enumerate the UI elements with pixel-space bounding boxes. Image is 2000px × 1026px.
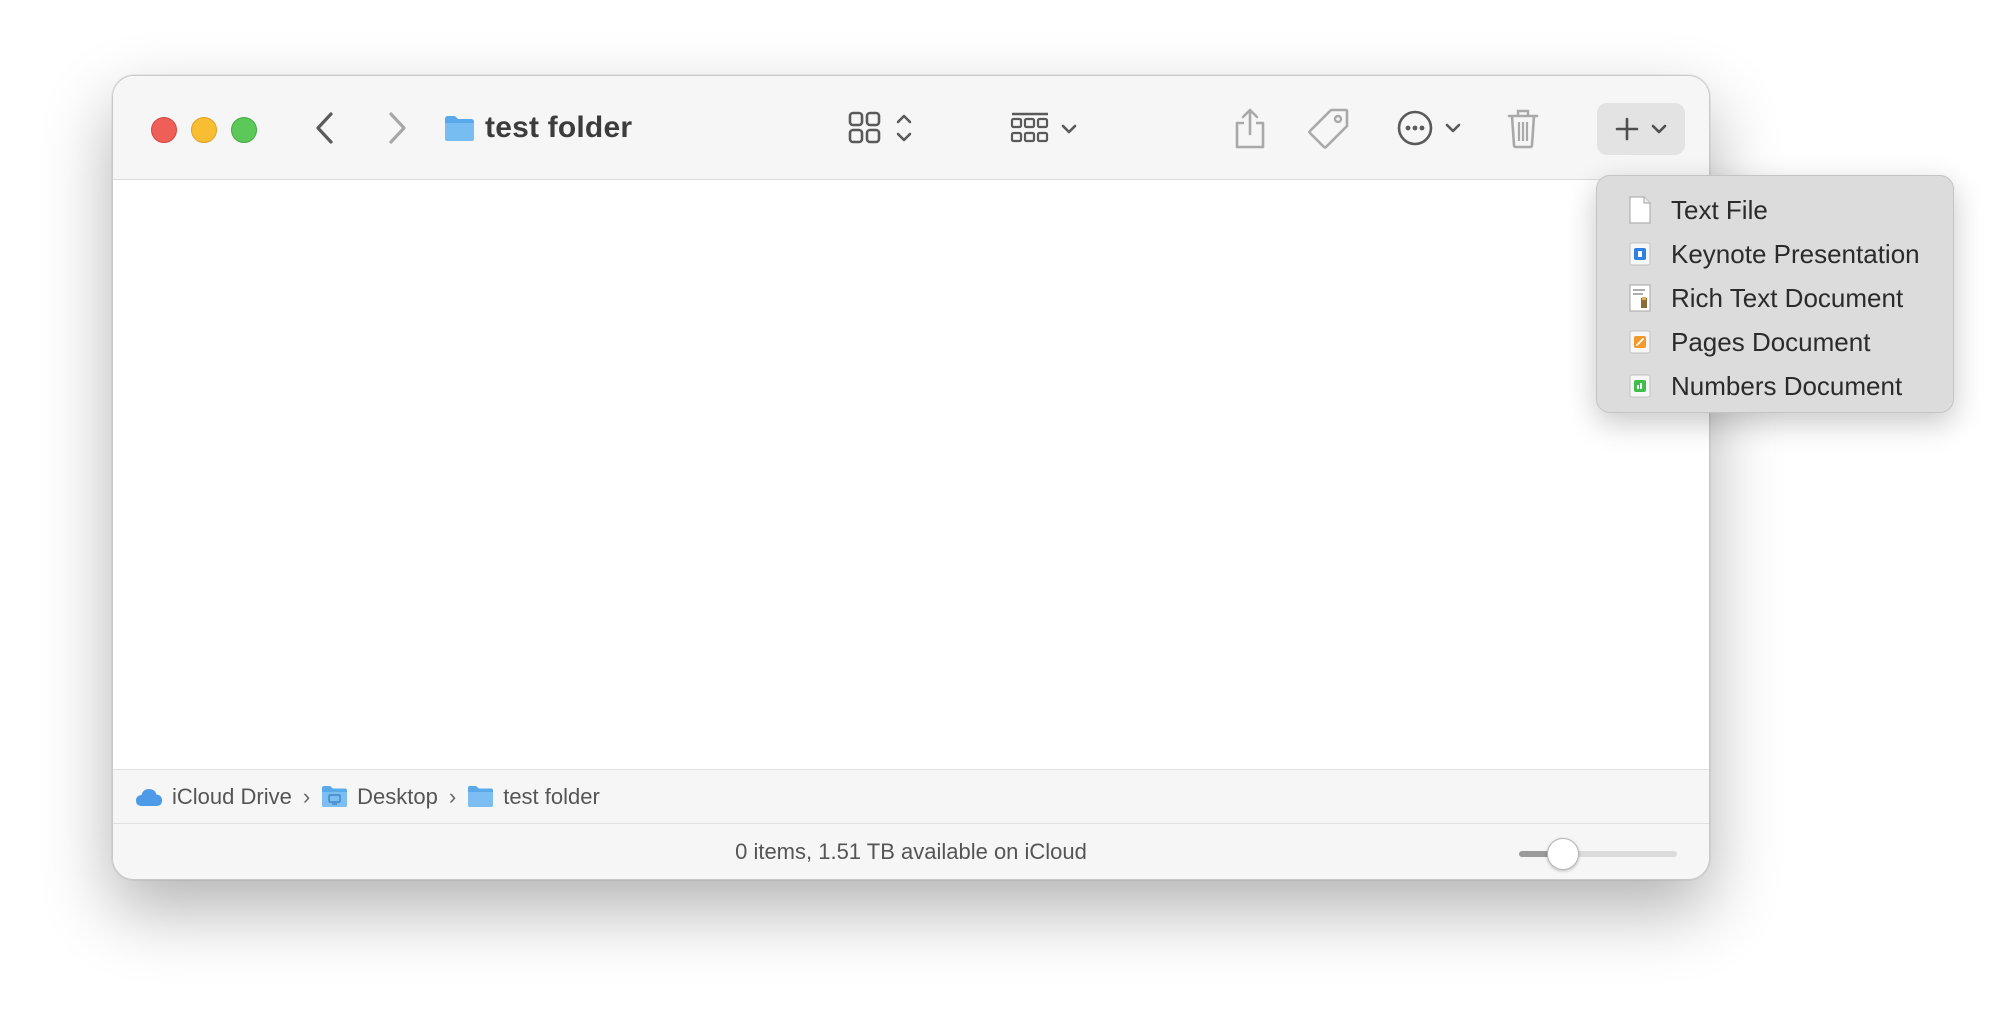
chevron-left-icon <box>316 112 333 144</box>
group-button[interactable] <box>1007 103 1085 153</box>
forward-button[interactable] <box>375 106 419 150</box>
chevron-right-icon <box>389 112 406 144</box>
menu-item-pages-document[interactable]: Pages Document <box>1597 320 1953 364</box>
menu-item-label: Text File <box>1671 194 1768 225</box>
share-button[interactable] <box>1225 100 1275 156</box>
path-separator: › <box>448 783 457 809</box>
window-title: test folder <box>444 108 632 148</box>
pages-icon <box>1627 327 1653 357</box>
path-separator: › <box>302 783 311 809</box>
menu-item-text-file[interactable]: Text File <box>1597 188 1953 232</box>
path-crumb-desktop[interactable]: Desktop <box>321 784 438 810</box>
share-icon <box>1235 108 1265 149</box>
more-actions-button[interactable] <box>1391 102 1469 154</box>
folder-icon <box>468 786 494 807</box>
menu-item-label: Rich Text Document <box>1671 282 1904 313</box>
menu-item-numbers-document[interactable]: Numbers Document <box>1597 364 1953 408</box>
rich-text-icon <box>1627 283 1653 313</box>
icon-size-slider[interactable] <box>113 838 1709 870</box>
path-bar: iCloud Drive › Desktop › test folder <box>113 769 1709 824</box>
view-mode-button[interactable] <box>844 103 924 153</box>
path-crumb-test-folder[interactable]: test folder <box>467 784 600 810</box>
path-crumb-icloud-drive[interactable]: iCloud Drive <box>135 784 292 810</box>
back-button[interactable] <box>303 106 347 150</box>
status-bar: 0 items, 1.51 TB available on iCloud <box>113 824 1709 879</box>
menu-item-keynote-presentation[interactable]: Keynote Presentation <box>1597 232 1953 276</box>
menu-item-label: Numbers Document <box>1671 370 1903 401</box>
tags-button[interactable] <box>1302 102 1356 154</box>
path-crumb-label: Desktop <box>357 783 438 809</box>
numbers-icon <box>1627 371 1653 401</box>
trash-icon <box>1507 109 1539 149</box>
ellipsis-circle-icon <box>1397 110 1461 146</box>
file-list-area[interactable] <box>113 180 1709 770</box>
slider-track[interactable] <box>1519 838 1677 870</box>
new-document-menu: Text File Keynote Presentation Rich Text… <box>1596 175 1954 413</box>
keynote-icon <box>1627 239 1653 269</box>
folder-icon <box>445 115 474 141</box>
window-title-text: test folder <box>485 111 633 144</box>
plus-icon <box>1615 117 1639 141</box>
slider-knob[interactable] <box>1546 838 1579 870</box>
zoom-button[interactable] <box>231 117 257 143</box>
minimize-button[interactable] <box>191 117 217 143</box>
path-crumb-label: test folder <box>503 783 600 809</box>
text-file-icon <box>1627 195 1653 225</box>
menu-item-label: Keynote Presentation <box>1671 238 1920 269</box>
menu-item-label: Pages Document <box>1671 326 1871 357</box>
group-by-icon <box>1010 112 1077 143</box>
path-crumb-label: iCloud Drive <box>172 783 292 809</box>
chevron-down-icon <box>1651 124 1667 134</box>
icon-view-grid-icon <box>848 111 912 144</box>
close-button[interactable] <box>151 117 177 143</box>
finder-window: test folder iCloud Drive › Desktop › tes… <box>112 75 1710 880</box>
icloud-icon <box>136 788 162 806</box>
new-document-button[interactable] <box>1597 103 1685 155</box>
desktop-folder-icon <box>322 786 348 807</box>
tag-icon <box>1308 108 1349 149</box>
delete-button[interactable] <box>1501 102 1545 154</box>
toolbar: test folder <box>113 76 1709 180</box>
menu-item-rich-text-document[interactable]: Rich Text Document <box>1597 276 1953 320</box>
